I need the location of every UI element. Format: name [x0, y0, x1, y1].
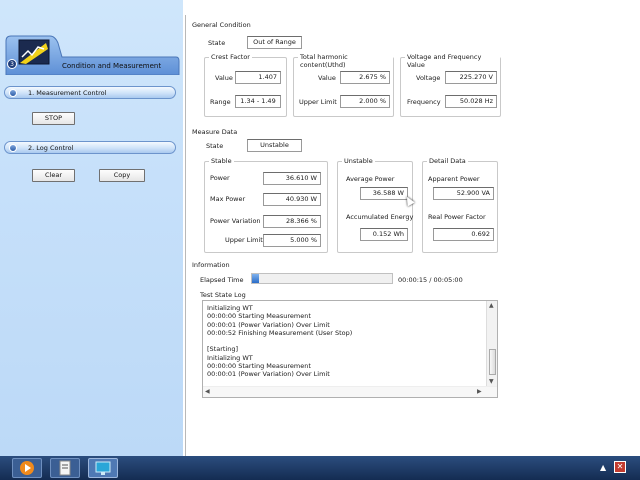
log-horizontal-scrollbar[interactable]: ◀ ▶ [203, 386, 497, 397]
measure-data-title: Measure Data [192, 128, 238, 136]
general-state-field: Out of Range [247, 36, 302, 49]
thd-upper-field: 2.000 % [340, 95, 390, 108]
power-factor-field: 0.692 [433, 228, 494, 241]
apparent-power-field: 52.900 VA [433, 187, 494, 200]
app-logo-icon [18, 39, 50, 65]
measurement-control-section[interactable]: 1. Measurement Control [4, 86, 176, 99]
thd-upper-label: Upper Limit [299, 98, 337, 106]
accumulated-energy-field: 0.152 Wh [360, 228, 408, 241]
tab-title: Condition and Measurement [62, 62, 162, 70]
section-expand-icon [9, 144, 17, 152]
thd-title: Total harmonic content(Uthd) [298, 53, 393, 69]
crest-factor-group: Crest Factor Value 1.407 Range 1.34 - 1.… [204, 53, 287, 117]
monitor-app-taskbar-icon[interactable] [88, 458, 118, 478]
tray-arrow-icon[interactable]: ▲ [600, 463, 606, 472]
max-power-label: Max Power [210, 195, 246, 203]
stable-upper-label: Upper Limit [225, 236, 263, 244]
general-condition-title: General Condition [192, 21, 251, 29]
accumulated-energy-label: Accumulated Energy [346, 213, 414, 221]
crest-factor-title: Crest Factor [209, 53, 252, 61]
thd-value-label: Value [318, 74, 336, 82]
test-state-log-title: Test State Log [200, 291, 246, 299]
copy-button[interactable]: Copy [99, 169, 145, 182]
crest-value-label: Value [215, 74, 233, 82]
step-badge: 3 [7, 59, 17, 69]
thd-value-field: 2.675 % [340, 71, 390, 84]
elapsed-time-value: 00:00:15 / 00:05:00 [398, 276, 463, 284]
document-taskbar-icon[interactable] [50, 458, 80, 478]
power-variation-field: 28.366 % [263, 215, 321, 228]
measure-state-field: Unstable [247, 139, 302, 152]
clear-button[interactable]: Clear [32, 169, 75, 182]
detail-data-title: Detail Data [427, 157, 468, 165]
unstable-group: Unstable Average Power 36.588 W Accumula… [337, 157, 414, 253]
elapsed-time-label: Elapsed Time [200, 276, 244, 284]
detail-data-group: Detail Data Apparent Power 52.900 VA Rea… [422, 157, 498, 253]
stable-upper-field: 5.000 % [263, 234, 321, 247]
log-control-section[interactable]: 2. Log Control [4, 141, 176, 154]
scroll-thumb[interactable] [489, 349, 496, 375]
power-factor-label: Real Power Factor [428, 213, 486, 221]
scroll-up-icon[interactable]: ▲ [489, 302, 494, 309]
navigation-pane: 3 Condition and Measurement 1. Measureme… [0, 0, 183, 456]
scroll-left-icon[interactable]: ◀ [205, 388, 210, 395]
power-field: 36.610 W [263, 172, 321, 185]
media-player-taskbar-icon[interactable] [12, 458, 42, 478]
log-text: Initializing WT 00:00:00 Starting Measur… [207, 304, 353, 379]
section-label: 2. Log Control [28, 144, 74, 152]
frequency-field: 50.028 Hz [445, 95, 497, 108]
apparent-power-label: Apparent Power [428, 175, 480, 183]
crest-range-field: 1.34 - 1.49 [235, 95, 281, 108]
scroll-down-icon[interactable]: ▼ [489, 378, 494, 385]
average-power-label: Average Power [346, 175, 395, 183]
information-title: Information [192, 261, 230, 269]
stable-group: Stable Power 36.610 W Max Power 40.930 W… [204, 157, 328, 253]
average-power-field: 36.588 W [360, 187, 408, 200]
crest-range-label: Range [210, 98, 231, 106]
log-vertical-scrollbar[interactable]: ▲ ▼ [486, 301, 497, 387]
stable-title: Stable [209, 157, 234, 165]
condition-tab[interactable]: 3 Condition and Measurement [4, 35, 180, 75]
unstable-title: Unstable [342, 157, 375, 165]
power-variation-label: Power Variation [210, 217, 261, 225]
power-label: Power [210, 174, 230, 182]
frequency-label: Frequency [407, 98, 441, 106]
elapsed-progress-bar [251, 273, 393, 284]
taskbar: ▲ ✕ [0, 456, 640, 480]
measure-state-label: State [206, 142, 224, 150]
stop-button[interactable]: STOP [32, 112, 75, 125]
section-expand-icon [9, 89, 17, 97]
voltage-label: Voltage [416, 74, 441, 82]
vf-title: Voltage and Frequency Value [405, 53, 500, 69]
test-state-log[interactable]: Initializing WT 00:00:00 Starting Measur… [202, 300, 498, 398]
voltage-frequency-group: Voltage and Frequency Value Voltage 225.… [400, 53, 501, 117]
max-power-field: 40.930 W [263, 193, 321, 206]
section-label: 1. Measurement Control [28, 89, 107, 97]
scroll-right-icon[interactable]: ▶ [477, 388, 482, 395]
tray-flag-icon[interactable]: ✕ [614, 461, 626, 473]
voltage-field: 225.270 V [445, 71, 497, 84]
general-state-label: State [208, 39, 226, 47]
thd-group: Total harmonic content(Uthd) Value 2.675… [293, 53, 394, 117]
elapsed-progress-fill [252, 274, 259, 283]
main-panel: General Condition State Out of Range Cre… [185, 15, 640, 456]
crest-value-field: 1.407 [235, 71, 281, 84]
